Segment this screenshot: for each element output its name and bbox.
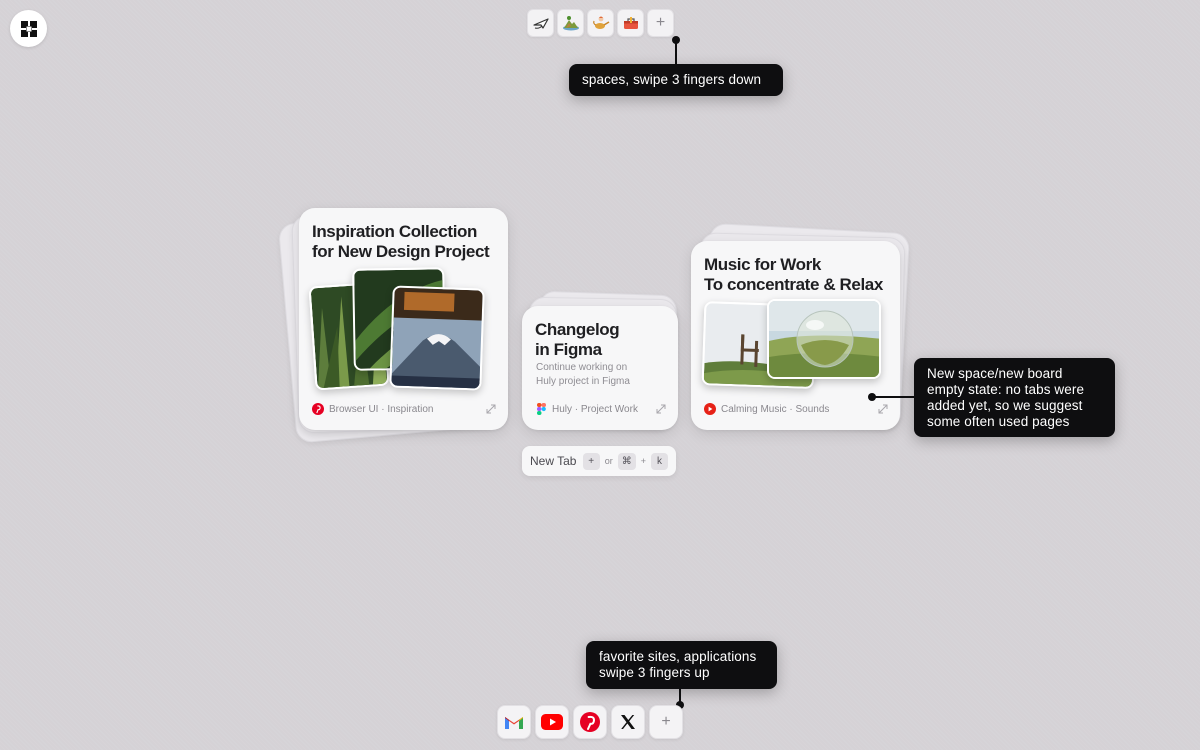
favorites-dock: + [497, 705, 683, 741]
add-space-button[interactable]: + [647, 9, 674, 37]
genie-lamp-icon [592, 16, 609, 29]
favorites-tooltip-line-2: swipe 3 fingers up [599, 665, 710, 680]
expand-icon[interactable] [878, 404, 888, 414]
card-footer: Calming Music · Sounds [704, 402, 888, 416]
empty-state-tooltip-line-4: some often used pages [927, 414, 1070, 429]
dock-youtube[interactable] [535, 705, 569, 739]
card-source: Huly · Project Work [552, 403, 638, 415]
spaces-tooltip-leader [675, 40, 677, 66]
new-tab-plus-key[interactable]: + [582, 452, 600, 470]
spaces-tooltip-text: spaces, swipe 3 fingers down [582, 72, 762, 87]
empty-state-tooltip: New space/new board empty state: no tabs… [914, 358, 1115, 437]
favorites-tooltip: favorite sites, applications swipe 3 fin… [586, 641, 777, 689]
space-button-3[interactable] [587, 9, 614, 37]
card-description: Continue working on Huly project in Figm… [536, 362, 630, 387]
new-tab-bar[interactable]: New Tab + or ⌘ + k [522, 446, 676, 476]
card-changelog-figma[interactable]: Changelog in Figma Continue working on H… [522, 306, 678, 430]
command-key: ⌘ [617, 452, 636, 470]
app-logo-icon [20, 20, 37, 37]
new-tab-label: New Tab [530, 454, 577, 468]
dock-x[interactable] [611, 705, 645, 739]
card-footer: Browser UI · Inspiration [312, 402, 496, 416]
card-footer: Huly · Project Work [535, 402, 666, 416]
youtube-icon [704, 403, 716, 415]
gmail-icon [505, 717, 523, 729]
card-inspiration-collection[interactable]: Inspiration Collection for New Design Pr… [299, 208, 508, 430]
pinterest-icon [580, 712, 600, 732]
app-logo[interactable] [10, 10, 47, 47]
space-button-4[interactable] [617, 9, 644, 37]
k-key: k [651, 452, 668, 470]
card-title: Inspiration Collection for New Design Pr… [312, 222, 490, 261]
toolbox-icon [623, 17, 638, 29]
space-button-2[interactable] [557, 9, 584, 37]
photo-glass-sphere [767, 299, 881, 379]
paper-plane-icon [532, 18, 549, 29]
empty-state-tooltip-line-1: New space/new board [927, 366, 1063, 381]
expand-icon[interactable] [486, 404, 496, 414]
shortcut-join-label: + [640, 456, 646, 466]
card-title: Music for Work To concentrate & Relax [704, 255, 883, 294]
pinterest-icon [312, 403, 324, 415]
spaces-tooltip: spaces, swipe 3 fingers down [569, 64, 783, 96]
empty-state-tooltip-line-3: added yet, so we suggest [927, 398, 1083, 413]
dock-pinterest[interactable] [573, 705, 607, 739]
space-button-1[interactable] [527, 9, 554, 37]
x-icon [621, 715, 635, 729]
spaces-bar: + [525, 7, 676, 39]
card-source: Calming Music · Sounds [721, 403, 830, 415]
figma-icon [535, 403, 547, 415]
card-title: Changelog in Figma [535, 320, 620, 359]
card-source: Browser UI · Inspiration [329, 403, 434, 415]
photo-mount-fuji [389, 285, 485, 391]
favorites-tooltip-line-1: favorite sites, applications [599, 649, 757, 664]
youtube-icon [541, 714, 563, 730]
empty-state-tooltip-leader [872, 396, 916, 398]
dock-gmail[interactable] [497, 705, 531, 739]
empty-state-tooltip-line-2: empty state: no tabs were [927, 382, 1085, 397]
card-music-for-work[interactable]: Music for Work To concentrate & Relax Ca… [691, 241, 900, 430]
expand-icon[interactable] [656, 404, 666, 414]
plus-icon: + [655, 14, 666, 31]
add-favorite-button[interactable]: + [649, 705, 683, 739]
shortcut-or-label: or [604, 456, 613, 466]
plus-icon: + [661, 713, 671, 730]
island-icon [562, 16, 579, 31]
